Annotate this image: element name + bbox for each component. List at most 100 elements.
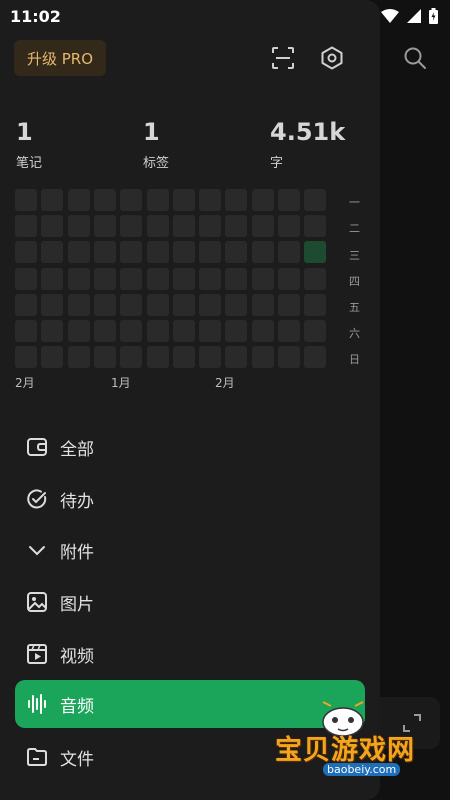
heatmap-cell (147, 241, 169, 263)
heatmap-cell (68, 346, 90, 368)
heatmap-cell (94, 189, 116, 211)
heatmap-cell (41, 189, 63, 211)
weekday-label: 五 (349, 301, 360, 314)
menu-item-images[interactable]: 图片 (15, 578, 365, 626)
heatmap-cell (94, 215, 116, 237)
upgrade-pro-button[interactable]: 升级 PRO (14, 40, 106, 76)
watermark: 宝贝游戏网 baobeiy.com (265, 700, 435, 800)
heatmap-cell (278, 215, 300, 237)
heatmap-cell (68, 294, 90, 316)
audio-wave-icon (25, 692, 49, 716)
image-icon (25, 590, 49, 614)
heatmap-cell (94, 268, 116, 290)
heatmap-cell (199, 320, 221, 342)
heatmap-cell (173, 294, 195, 316)
heatmap-cell (15, 215, 37, 237)
weekday-label: 一 (349, 196, 360, 209)
search-icon[interactable] (403, 46, 427, 70)
heatmap-cell (304, 268, 326, 290)
heatmap-cell (15, 294, 37, 316)
heatmap-cell (41, 294, 63, 316)
stats-row: 1 笔记 1 标签 4.51k 字 (16, 118, 376, 174)
heatmap-cell (225, 346, 247, 368)
heatmap-cell (94, 241, 116, 263)
heatmap-cell (278, 346, 300, 368)
stat-words-label: 字 (270, 156, 284, 171)
heatmap-cell (278, 189, 300, 211)
menu-item-label: 视频 (60, 646, 94, 667)
heatmap-cell (278, 294, 300, 316)
heatmap-cell (252, 241, 274, 263)
heatmap-cell (15, 241, 37, 263)
heatmap-cell (120, 268, 142, 290)
heatmap-cell (41, 268, 63, 290)
menu-item-label: 待办 (60, 491, 94, 512)
activity-heatmap (15, 189, 343, 369)
heatmap-cell (147, 294, 169, 316)
signal-icon (407, 9, 421, 23)
heatmap-cell (199, 189, 221, 211)
heatmap-cell (68, 320, 90, 342)
heatmap-cell (41, 215, 63, 237)
menu-item-label: 全部 (60, 439, 94, 460)
heatmap-cell (173, 346, 195, 368)
menu-item-todo[interactable]: 待办 (15, 475, 365, 523)
menu-item-label: 附件 (60, 542, 94, 563)
heatmap-cell (252, 346, 274, 368)
stat-words[interactable]: 4.51k 字 (270, 118, 345, 171)
heatmap-cell (278, 320, 300, 342)
heatmap-cell (225, 268, 247, 290)
settings-button[interactable] (319, 45, 345, 71)
stat-notes-value: 1 (16, 118, 33, 146)
menu-item-all[interactable]: 全部 (15, 423, 365, 471)
settings-hexagon-icon (321, 46, 343, 70)
wallet-icon (25, 435, 49, 459)
heatmap-cell (120, 320, 142, 342)
wifi-icon (381, 9, 399, 23)
heatmap-cell (304, 241, 326, 263)
stat-notes-label: 笔记 (16, 156, 43, 171)
weekday-label: 二 (349, 222, 360, 235)
weekday-label: 三 (349, 249, 360, 262)
heatmap-cell (304, 346, 326, 368)
scan-button[interactable] (270, 45, 296, 71)
heatmap-cell (252, 268, 274, 290)
menu-item-label: 文件 (60, 749, 94, 770)
menu-item-label: 图片 (60, 594, 94, 615)
heatmap-cell (199, 215, 221, 237)
heatmap-cell (225, 189, 247, 211)
heatmap-cell (15, 268, 37, 290)
stat-notes[interactable]: 1 笔记 (16, 118, 42, 171)
heatmap-cell (304, 215, 326, 237)
month-label: 2月 (15, 376, 35, 390)
upgrade-pro-label: 升级 PRO (26, 49, 94, 68)
chevron-down-icon (25, 538, 49, 562)
stat-tags[interactable]: 1 标签 (143, 118, 169, 171)
stat-words-value: 4.51k (270, 118, 346, 146)
heatmap-cell (225, 294, 247, 316)
heatmap-cell (68, 215, 90, 237)
background-app (380, 0, 450, 800)
heatmap-cell (68, 268, 90, 290)
heatmap-cell (173, 189, 195, 211)
watermark-url: baobeiy.com (323, 763, 401, 776)
month-label: 2月 (215, 376, 235, 390)
heatmap-cell (173, 241, 195, 263)
menu-item-label: 音频 (60, 696, 94, 717)
heatmap-cell (225, 215, 247, 237)
heatmap-cell (94, 294, 116, 316)
heatmap-cell (15, 189, 37, 211)
heatmap-cell (68, 241, 90, 263)
heatmap-cell (304, 294, 326, 316)
month-label: 1月 (111, 376, 131, 390)
heatmap-cell (120, 189, 142, 211)
menu-item-videos[interactable]: 视频 (15, 630, 365, 678)
heatmap-cell (252, 189, 274, 211)
status-bar: 11:02 (0, 0, 450, 32)
check-circle-icon (25, 487, 49, 511)
menu-item-attachments[interactable]: 附件 (15, 526, 365, 574)
heatmap-cell (15, 320, 37, 342)
stat-tags-label: 标签 (143, 156, 170, 171)
scan-icon (272, 47, 294, 69)
heatmap-cell (147, 320, 169, 342)
